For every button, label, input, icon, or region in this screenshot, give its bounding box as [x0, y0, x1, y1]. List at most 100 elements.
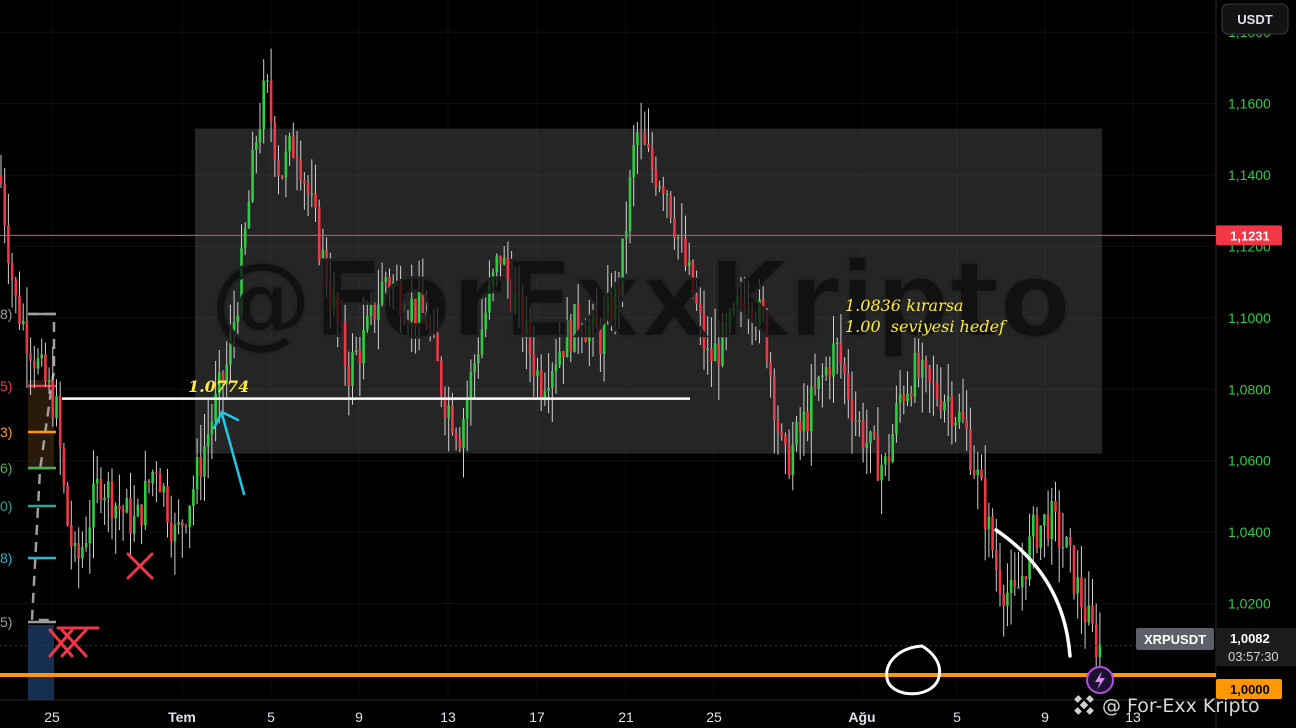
candle-body: [299, 159, 302, 181]
candle-body: [151, 471, 154, 484]
candle-body: [784, 435, 787, 445]
price-tick-label: 1,1400: [1228, 167, 1271, 183]
candle-body: [865, 443, 869, 448]
lightning-icon[interactable]: [1086, 666, 1114, 694]
candle-body: [536, 370, 539, 377]
candle-body: [628, 177, 632, 232]
candle-body: [539, 370, 543, 398]
candle-body: [961, 412, 965, 421]
candle-body: [854, 420, 857, 423]
candle-body: [303, 180, 306, 184]
candle-body: [1024, 576, 1028, 580]
candle-body: [465, 399, 469, 420]
candle-body: [10, 263, 14, 280]
candle-body: [3, 183, 6, 226]
candle-body: [802, 411, 806, 432]
candle-body: [92, 483, 95, 528]
candle-body: [469, 372, 473, 400]
brand-text: @ For-Exx Kripto: [1102, 695, 1260, 717]
price-tick-label: 1,0800: [1228, 381, 1271, 397]
candle-body: [269, 80, 273, 122]
candle-body: [1072, 545, 1076, 594]
svg-text:USDT: USDT: [1237, 12, 1272, 27]
candle-body: [1065, 537, 1068, 547]
time-tick-label: 13: [440, 709, 456, 725]
candle-body: [140, 504, 143, 525]
candle-body: [25, 320, 29, 354]
candle-body: [192, 489, 195, 507]
annotation-line-2: 1.00 seviyesi hedef: [845, 317, 1008, 336]
time-tick-label: 5: [267, 709, 275, 725]
candle-body: [939, 398, 943, 411]
fib-level-label: 8): [0, 306, 12, 322]
candle-body: [195, 456, 199, 490]
candle-body: [162, 486, 166, 493]
candle-body: [103, 497, 106, 501]
candle-body: [861, 420, 865, 448]
candle-body: [1091, 605, 1094, 625]
candle-body: [292, 136, 295, 158]
candle-body: [107, 481, 110, 498]
time-tick-label: Ağu: [848, 709, 875, 725]
candle-body: [872, 431, 876, 436]
candle-body: [251, 149, 254, 202]
time-tick-label: 25: [44, 709, 60, 725]
candle-body: [295, 157, 299, 160]
fib-zone: [28, 625, 54, 700]
candle-body: [125, 498, 129, 513]
candle-body: [658, 186, 661, 189]
candle-body: [310, 193, 314, 195]
candle-body: [70, 524, 73, 547]
candle-body: [665, 193, 669, 196]
candle-body: [18, 295, 21, 325]
candle-body: [284, 151, 288, 178]
candle-body: [636, 132, 639, 145]
candle-body: [62, 447, 66, 486]
symbol-label: XRPUSDT: [1144, 632, 1206, 647]
candle-body: [1069, 537, 1072, 546]
candle-body: [458, 438, 462, 449]
candle-body: [773, 376, 776, 420]
candle-body: [95, 478, 99, 484]
candle-body: [347, 365, 351, 386]
price-chart[interactable]: 8)5)3)6)0)8)5) @ForExxKripto 1.0774 1.08…: [0, 0, 1296, 728]
candle-body: [987, 516, 991, 530]
candle-body: [943, 401, 946, 411]
candle-body: [1035, 514, 1039, 548]
candle-body: [791, 444, 795, 475]
candle-body: [780, 431, 783, 436]
candle-body: [88, 527, 92, 544]
current-price-tag: 1,0082 03:57:30: [1216, 628, 1296, 666]
time-tick-label: 9: [355, 709, 363, 725]
candle-body: [817, 376, 820, 389]
candle-body: [454, 432, 458, 439]
candle-body: [983, 478, 987, 530]
candle-body: [909, 393, 913, 397]
candle-body: [1080, 577, 1083, 608]
candle-body: [1050, 500, 1054, 539]
candle-body: [77, 542, 80, 559]
candle-body: [1006, 592, 1009, 606]
candle-body: [969, 429, 972, 471]
candle-body: [1057, 511, 1061, 547]
candle-body: [288, 136, 291, 152]
candle-body: [787, 444, 791, 475]
candle-body: [1076, 577, 1079, 594]
candle-body: [776, 419, 780, 432]
fib-level-label: 5): [0, 614, 12, 630]
candle-body: [1013, 579, 1017, 588]
candle-body: [110, 481, 114, 519]
price-tick-label: 1,0400: [1228, 524, 1271, 540]
candle-body: [950, 396, 954, 426]
candle-body: [29, 353, 32, 361]
resistance-price-label: 1,1231: [1230, 228, 1270, 243]
candle-body: [639, 132, 643, 135]
current-price-label: 1,0082: [1230, 631, 1270, 646]
fib-level-label: 5): [0, 378, 12, 394]
candle-body: [876, 435, 880, 481]
candle-body: [129, 498, 132, 534]
candle-body: [247, 201, 251, 229]
candle-body: [1017, 587, 1020, 589]
candle-body: [769, 361, 772, 377]
currency-button[interactable]: USDT: [1221, 3, 1289, 35]
